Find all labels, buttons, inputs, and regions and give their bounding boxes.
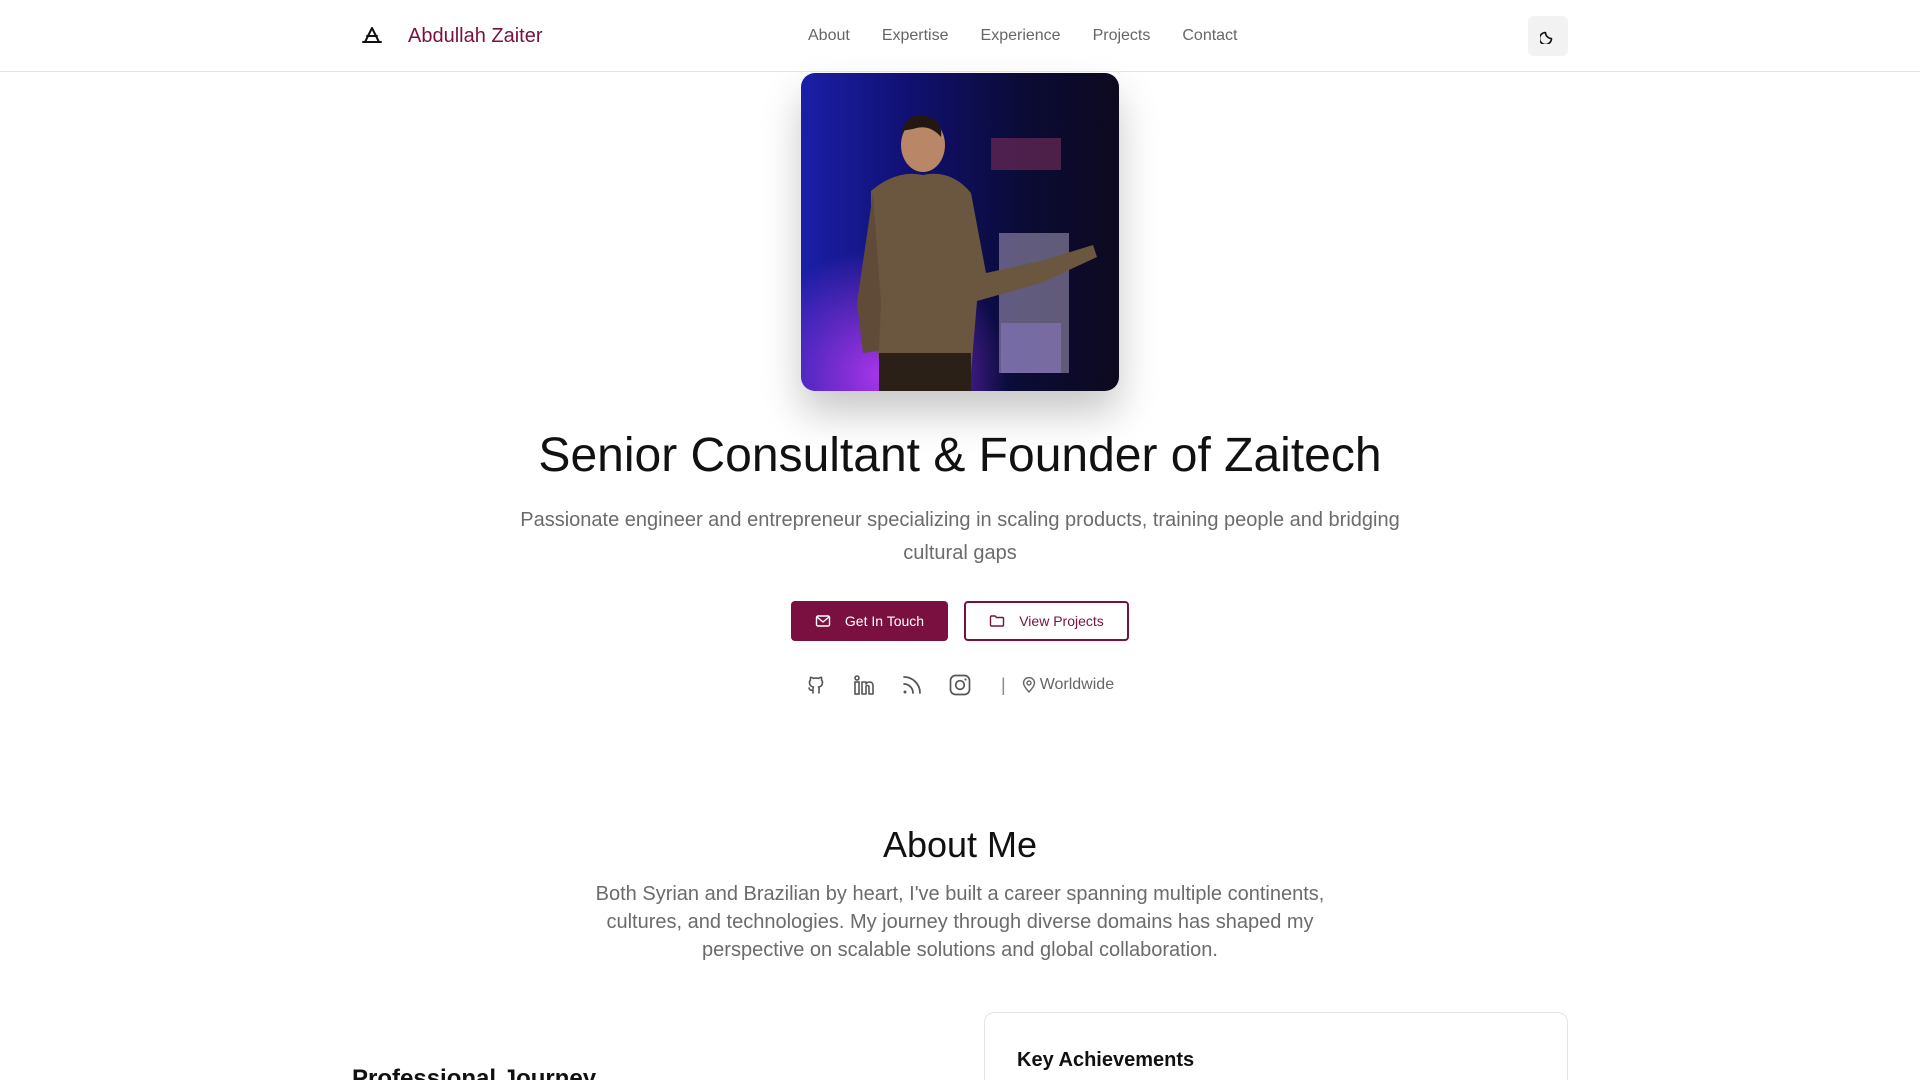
professional-journey-title: Professional Journey xyxy=(352,1065,597,1080)
folder-icon xyxy=(990,615,1005,627)
about-text: Both Syrian and Brazilian by heart, I've… xyxy=(595,883,1325,961)
hero-subtitle: Passionate engineer and entrepreneur spe… xyxy=(520,509,1400,564)
theme-toggle-button[interactable] xyxy=(1528,16,1568,56)
location: Worldwide xyxy=(1022,676,1114,694)
nav-expertise[interactable]: Expertise xyxy=(882,24,949,48)
profile-photo xyxy=(801,73,1119,391)
logo-icon[interactable] xyxy=(360,24,384,48)
instagram-icon[interactable] xyxy=(947,672,973,698)
location-label: Worldwide xyxy=(1039,676,1115,693)
rss-icon[interactable] xyxy=(899,672,925,698)
brand-link[interactable]: Abdullah Zaiter xyxy=(408,22,543,50)
social-links: | Worldwide xyxy=(803,672,1114,698)
mail-icon xyxy=(815,615,831,627)
nav-experience[interactable]: Experience xyxy=(981,24,1061,48)
moon-icon xyxy=(1540,31,1553,44)
nav-contact[interactable]: Contact xyxy=(1182,24,1237,48)
view-projects-label: View Projects xyxy=(1019,613,1104,629)
linkedin-icon[interactable] xyxy=(851,672,877,698)
key-achievements-title: Key Achievements xyxy=(1017,1049,1195,1071)
nav-projects[interactable]: Projects xyxy=(1093,24,1151,48)
github-icon[interactable] xyxy=(803,672,829,698)
main-nav: About Expertise Experience Projects Cont… xyxy=(808,24,1270,48)
hero-title: Senior Consultant & Founder of Zaitech xyxy=(538,429,1382,482)
separator: | xyxy=(1001,674,1006,695)
key-achievements-card: Key Achievements xyxy=(984,1012,1568,1080)
view-projects-button[interactable]: View Projects xyxy=(964,601,1129,641)
nav-about[interactable]: About xyxy=(808,24,850,48)
about-title: About Me xyxy=(882,824,1038,865)
site-header: Abdullah Zaiter About Expertise Experien… xyxy=(0,0,1920,72)
get-in-touch-label: Get In Touch xyxy=(844,613,925,629)
get-in-touch-button[interactable]: Get In Touch xyxy=(791,601,948,641)
map-pin-icon xyxy=(1022,677,1035,693)
